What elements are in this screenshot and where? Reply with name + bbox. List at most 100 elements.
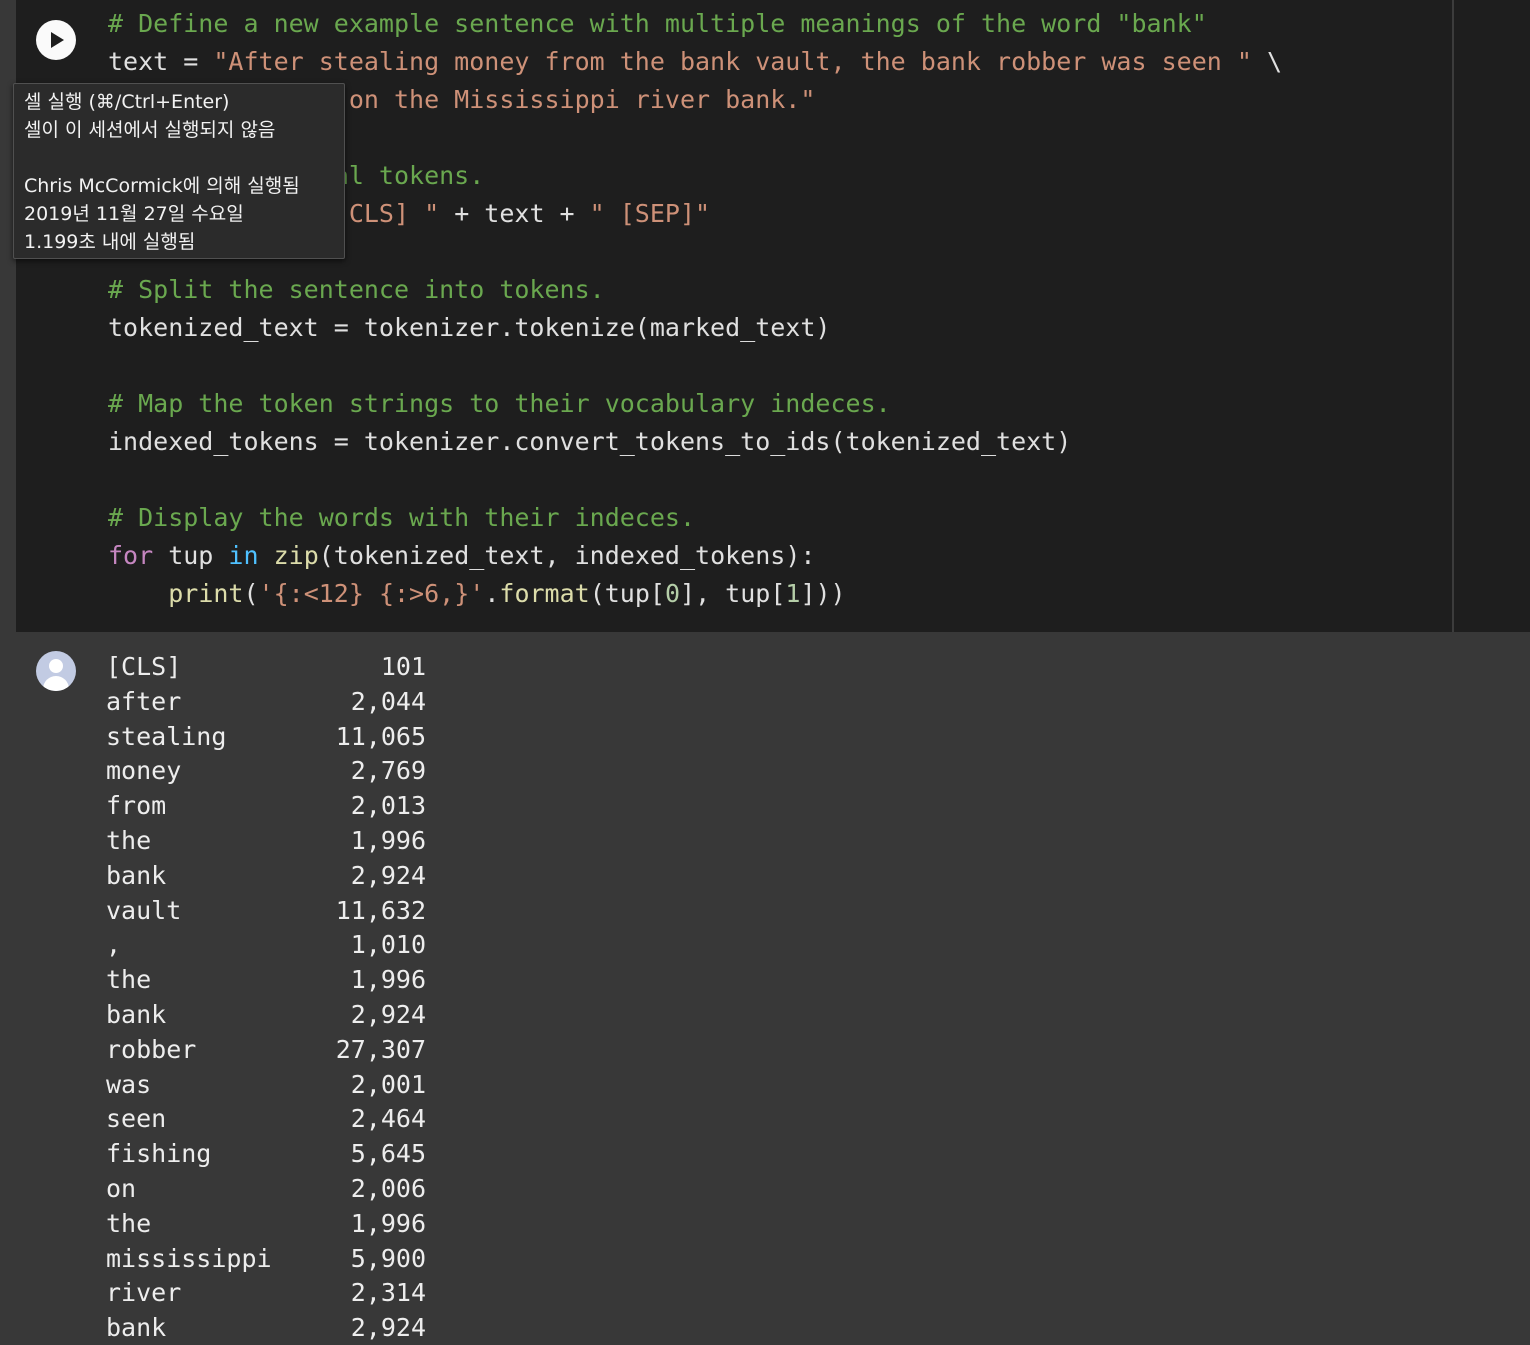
tooltip-session-status: 셀이 이 세션에서 실행되지 않음 <box>24 119 276 141</box>
code-line: tokenized_text = tokenizer.tokenize(mark… <box>108 309 830 347</box>
code-token: \ <box>1251 47 1283 76</box>
code-token: indexed_tokens = tokenizer.convert_token… <box>108 427 1072 456</box>
code-line: # Display the words with their indeces. <box>108 499 695 537</box>
run-cell-tooltip: 셀 실행 (⌘/Ctrl+Enter) 셀이 이 세션에서 실행되지 않음 Ch… <box>13 83 345 259</box>
output-token: fishing <box>106 1139 212 1169</box>
output-token: was <box>106 1069 152 1099</box>
code-token: print <box>168 579 244 608</box>
output-row: bank 2,924 <box>106 1310 426 1345</box>
output-token: bank <box>106 860 167 890</box>
output-token: , <box>106 930 122 960</box>
code-token: 1 <box>785 579 801 608</box>
output-token: on <box>106 1174 137 1203</box>
output-row: the 1,996 <box>106 1206 426 1241</box>
output-token-id: 101 <box>380 652 426 681</box>
output-row: the 1,996 <box>106 823 426 858</box>
code-token: tokenized_text = tokenizer.tokenize(mark… <box>108 313 831 342</box>
cell-divider <box>1452 0 1454 632</box>
output-token: the <box>106 965 152 995</box>
output-token-id: 5,645 <box>350 1139 426 1169</box>
code-token: ( <box>243 579 259 608</box>
output-row: was 2,001 <box>106 1067 426 1102</box>
code-token: . <box>484 579 500 608</box>
code-token: 0 <box>664 579 681 608</box>
output-token: seen <box>106 1104 167 1134</box>
output-token-id: 2,044 <box>350 686 426 716</box>
code-line: print('{:<12} {:>6,}'.format(tup[0], tup… <box>108 575 846 613</box>
code-line: indexed_tokens = tokenizer.convert_token… <box>108 423 1071 461</box>
output-token-id: 2,314 <box>350 1278 426 1308</box>
tooltip-executed-by: Chris McCormick에 의해 실행됨 <box>24 175 300 197</box>
output-row: the 1,996 <box>106 962 426 997</box>
code-line: # Define a new example sentence with mul… <box>108 5 1207 43</box>
output-row: bank 2,924 <box>106 997 426 1032</box>
output-token: from <box>106 791 167 821</box>
output-row: bank 2,924 <box>106 858 426 893</box>
output-token-id: 1,010 <box>350 930 426 960</box>
code-token: in <box>228 541 259 570</box>
code-token: # Split the sentence into tokens. <box>108 275 605 304</box>
output-token: the <box>106 826 152 855</box>
output-token-id: 1,996 <box>350 1208 426 1238</box>
output-row: , 1,010 <box>106 927 426 962</box>
output-token: bank <box>106 1000 167 1029</box>
output-token-id: 2,769 <box>350 756 426 786</box>
output-token: after <box>106 686 182 716</box>
output-token-id: 2,464 <box>350 1104 426 1134</box>
output-row: money 2,769 <box>106 753 426 788</box>
run-cell-button[interactable] <box>36 20 76 60</box>
code-token: for <box>108 541 154 570</box>
output-token-id: 2,924 <box>350 860 426 890</box>
output-row: after 2,044 <box>106 684 426 719</box>
code-token: text = <box>108 47 214 76</box>
code-token: zip <box>273 541 319 570</box>
output-token-id: 2,006 <box>350 1174 426 1203</box>
code-token: ], tup[ <box>680 579 786 608</box>
code-token: # Define a new example sentence with mul… <box>108 9 1207 38</box>
code-token: + text + <box>439 199 590 228</box>
output-token: the <box>106 1208 152 1238</box>
output-token: river <box>106 1278 182 1308</box>
tooltip-shortcut-text: 셀 실행 (⌘/Ctrl+Enter) <box>24 91 230 113</box>
output-row: stealing 11,065 <box>106 719 426 754</box>
output-token-id: 1,996 <box>350 826 426 855</box>
code-token: (tup[ <box>589 579 665 608</box>
output-row: from 2,013 <box>106 788 426 823</box>
code-line: text = "After stealing money from the ba… <box>108 43 1282 81</box>
output-token-id: 5,900 <box>350 1243 426 1273</box>
output-token: [CLS] <box>106 652 182 681</box>
tooltip-execution-time: 1.199초 내에 실행됨 <box>24 231 196 253</box>
code-token: tup <box>153 541 229 570</box>
output-row: vault 11,632 <box>106 893 426 928</box>
code-token: " [SEP]" <box>589 199 711 228</box>
play-icon <box>51 32 64 48</box>
output-row: on 2,006 <box>106 1171 426 1206</box>
output-token: money <box>106 756 182 786</box>
output-token: stealing <box>106 721 227 751</box>
output-row: mississippi 5,900 <box>106 1241 426 1276</box>
output-token-id: 2,924 <box>350 1000 426 1029</box>
code-token: (tokenized_text, indexed_tokens): <box>318 541 816 570</box>
output-token: mississippi <box>106 1243 272 1273</box>
output-row: [CLS] 101 <box>106 649 426 684</box>
output-row: river 2,314 <box>106 1275 426 1310</box>
output-token: bank <box>106 1313 167 1343</box>
tooltip-executed-date: 2019년 11월 27일 수요일 <box>24 203 244 225</box>
code-token: # Display the words with their indeces. <box>108 503 695 532</box>
code-line: # Map the token strings to their vocabul… <box>108 385 891 423</box>
code-token: # Map the token strings to their vocabul… <box>108 389 891 418</box>
output-avatar-icon <box>36 651 76 691</box>
output-token-id: 11,632 <box>335 895 426 925</box>
code-token: format <box>499 579 590 608</box>
code-line: for tup in zip(tokenized_text, indexed_t… <box>108 537 815 575</box>
code-token: ])) <box>800 579 846 608</box>
code-line: # Split the sentence into tokens. <box>108 271 605 309</box>
output-row: fishing 5,645 <box>106 1136 426 1171</box>
code-token: "After stealing money from the bank vaul… <box>213 47 1252 76</box>
output-token-id: 1,996 <box>350 965 426 995</box>
output-row: robber 27,307 <box>106 1032 426 1067</box>
code-token: '{:<12} {:>6,}' <box>258 579 485 608</box>
output-token-id: 27,307 <box>335 1034 426 1064</box>
